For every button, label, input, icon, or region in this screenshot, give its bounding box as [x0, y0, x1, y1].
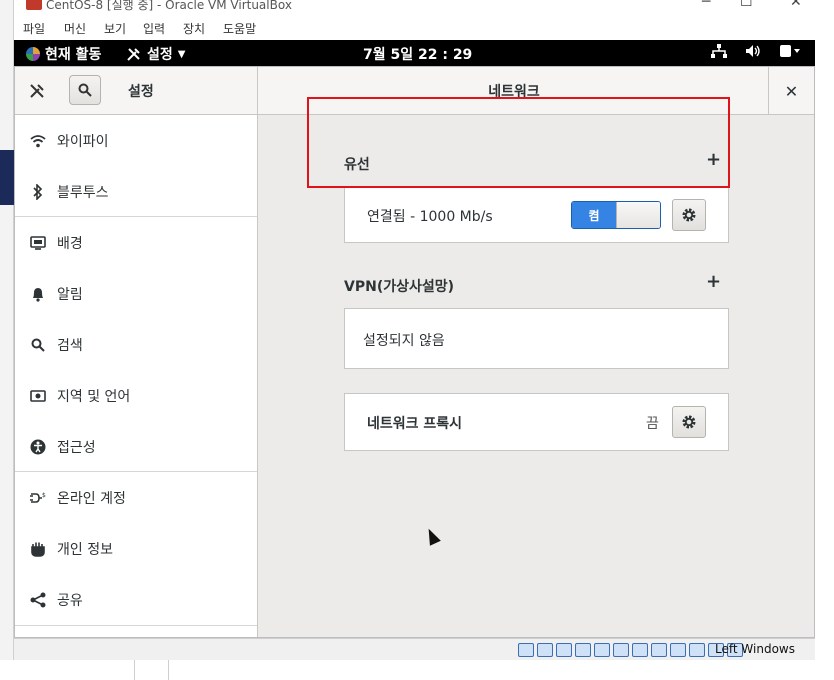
minimize-icon[interactable]: ─	[702, 0, 710, 10]
sidebar-item-search[interactable]: 검색	[15, 319, 257, 370]
svg-text:$: $	[42, 492, 46, 499]
sidebar-item-label: 공유	[57, 592, 83, 609]
host-key-label: Left Windows	[715, 642, 795, 656]
sidebar-item-wifi[interactable]: 와이파이	[15, 115, 257, 166]
sidebar-item-label: 개인 정보	[57, 541, 113, 558]
sidebar-item-sharing[interactable]: 공유	[15, 574, 257, 625]
highlight-box	[307, 97, 730, 188]
wired-toggle[interactable]: 켬	[571, 201, 661, 229]
online-accounts-icon: $	[29, 489, 47, 507]
menu-machine[interactable]: 머신	[64, 20, 86, 37]
virtualbox-icon	[26, 0, 42, 10]
sidebar-divider	[15, 625, 257, 626]
search-button[interactable]	[69, 75, 101, 105]
close-icon: ✕	[784, 81, 799, 101]
activities-button[interactable]: 현재 활동	[26, 44, 101, 64]
vbox-device-icons[interactable]	[518, 643, 743, 657]
bell-icon	[29, 285, 47, 303]
search-icon	[78, 83, 92, 97]
sidebar-item-bluetooth[interactable]: 블루투스	[15, 166, 257, 217]
proxy-state: 끔	[646, 416, 659, 432]
menu-file[interactable]: 파일	[23, 20, 45, 37]
sidebar-item-background[interactable]: 배경	[15, 217, 257, 268]
hard-disk-icon[interactable]	[518, 643, 534, 657]
video-capture-icon[interactable]	[651, 643, 667, 657]
tools-icon	[127, 48, 140, 61]
privacy-hand-icon	[29, 540, 47, 558]
proxy-row[interactable]: 네트워크 프록시 끔	[344, 393, 729, 451]
vpn-card: 설정되지 않음	[344, 308, 729, 369]
audio-icon[interactable]	[556, 643, 572, 657]
wired-status: 연결됨 - 1000 Mb/s	[367, 209, 493, 225]
chevron-down-icon: ▼	[177, 48, 186, 60]
wired-card: 연결됨 - 1000 Mb/s 켬	[344, 186, 729, 243]
power-menu-icon	[780, 45, 800, 57]
gear-icon	[682, 415, 696, 429]
display-icon[interactable]	[632, 643, 648, 657]
app-menu-button[interactable]: 설정 ▼	[126, 44, 185, 64]
vpn-status: 설정되지 않음	[363, 333, 445, 349]
proxy-label: 네트워크 프록시	[367, 416, 463, 432]
sidebar-item-accessibility[interactable]: 접근성	[15, 421, 257, 472]
activities-label: 현재 활동	[45, 47, 102, 63]
optical-drive-icon[interactable]	[537, 643, 553, 657]
volume-icon	[746, 45, 760, 57]
network-icon[interactable]	[575, 643, 591, 657]
share-icon	[29, 591, 47, 609]
proxy-settings-button[interactable]	[672, 406, 706, 438]
vpn-heading: VPN(가상사설망)	[344, 279, 455, 295]
cpu-icon[interactable]	[689, 643, 705, 657]
background-icon	[29, 234, 47, 252]
close-window-icon[interactable]: ✕	[790, 0, 802, 10]
sidebar-item-region[interactable]: 지역 및 언어	[15, 370, 257, 421]
recording-icon[interactable]	[670, 643, 686, 657]
settings-tools-icon	[23, 77, 51, 105]
menu-view[interactable]: 보기	[104, 20, 126, 37]
bluetooth-icon	[29, 183, 47, 201]
app-menu-label: 설정	[147, 47, 173, 63]
sidebar-item-online-accounts[interactable]: $ 온라인 계정	[15, 472, 257, 523]
clock[interactable]: 7월 5일 22 : 29	[363, 44, 472, 64]
network-wired-icon	[711, 44, 727, 58]
settings-sidebar: 와이파이 블루투스 배경 알림 검색 지역 및 언어 접근성 $ 온라인 계정 …	[15, 115, 258, 637]
vbox-menubar: 파일 머신 보기 입력 장치 도움말	[14, 14, 834, 40]
wifi-icon	[29, 132, 47, 150]
region-icon	[29, 387, 47, 405]
sidebar-item-label: 접근성	[57, 439, 96, 456]
toggle-knob	[616, 202, 660, 228]
sidebar-item-label: 블루투스	[57, 184, 109, 201]
sidebar-item-label: 와이파이	[57, 133, 109, 150]
vbox-window-title: CentOS-8 [실행 중] - Oracle VM VirtualBox	[46, 0, 292, 12]
sidebar-item-label: 알림	[57, 286, 83, 303]
sidebar-item-notifications[interactable]: 알림	[15, 268, 257, 319]
vbox-statusbar: Left Windows	[14, 638, 815, 660]
gnome-top-bar: 현재 활동 설정 ▼ 7월 5일 22 : 29	[14, 40, 815, 66]
maximize-icon[interactable]: ☐	[740, 0, 753, 10]
search-icon	[29, 336, 47, 354]
settings-title: 설정	[128, 84, 154, 100]
close-button[interactable]: ✕	[768, 67, 814, 115]
network-panel: 유선 + 연결됨 - 1000 Mb/s 켬 VPN(가상사설망) + 설정되지…	[258, 115, 814, 637]
wired-settings-button[interactable]	[672, 199, 706, 231]
sidebar-item-label: 검색	[57, 337, 83, 354]
menu-help[interactable]: 도움말	[223, 20, 256, 37]
usb-icon[interactable]	[594, 643, 610, 657]
menu-input[interactable]: 입력	[143, 20, 165, 37]
shared-folders-icon[interactable]	[613, 643, 629, 657]
system-tray[interactable]	[711, 44, 801, 58]
sidebar-item-label: 온라인 계정	[57, 490, 126, 507]
sidebar-item-label: 지역 및 언어	[57, 388, 131, 405]
menu-devices[interactable]: 장치	[183, 20, 205, 37]
add-vpn-icon[interactable]: +	[706, 271, 721, 292]
host-background-bottom	[0, 660, 834, 680]
gear-icon	[682, 208, 696, 222]
accessibility-icon	[29, 438, 47, 456]
vbox-titlebar: CentOS-8 [실행 중] - Oracle VM VirtualBox ─…	[14, 0, 834, 14]
sidebar-item-privacy[interactable]: 개인 정보	[15, 523, 257, 574]
sidebar-item-label: 배경	[57, 235, 83, 252]
host-left-strip	[0, 0, 14, 680]
toggle-on-label: 켬	[572, 202, 616, 228]
gnome-logo-icon	[26, 47, 40, 61]
